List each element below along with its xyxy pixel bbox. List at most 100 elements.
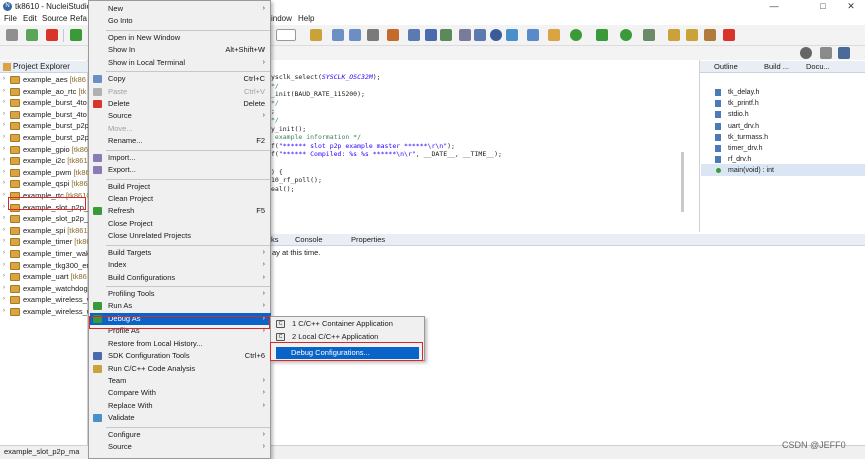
project-item[interactable]: › example_burst_p2p (0, 132, 88, 143)
search-folder-icon[interactable] (668, 29, 680, 41)
project-item[interactable]: › example_aes [tk86 (0, 74, 88, 85)
project-item[interactable]: › example_burst_4to (0, 97, 88, 108)
chevron-right-icon[interactable]: › (3, 260, 5, 271)
chevron-right-icon[interactable]: › (3, 294, 5, 305)
project-item[interactable]: › example_wireless_w (0, 306, 88, 317)
open-file-icon[interactable] (548, 29, 560, 41)
tab-outline[interactable]: Outline (714, 62, 738, 71)
hammer-icon[interactable] (6, 29, 18, 41)
chevron-right-icon[interactable]: › (3, 120, 5, 131)
menu-item-close-unrelated-projects[interactable]: Close Unrelated Projects (90, 230, 271, 242)
config-dropdown[interactable] (276, 29, 296, 41)
terminal-icon[interactable] (440, 29, 452, 41)
menu-item-export[interactable]: Export... (90, 164, 271, 176)
pin-icon[interactable] (723, 29, 735, 41)
open-type-icon[interactable] (686, 29, 698, 41)
close-button[interactable]: ✕ (838, 0, 864, 13)
menu-item-index[interactable]: Index › (90, 259, 271, 271)
chevron-right-icon[interactable]: › (3, 155, 5, 166)
minimize-button[interactable]: — (761, 0, 787, 13)
run-icon[interactable] (620, 29, 632, 41)
project-explorer-tab[interactable]: Project Explorer (0, 61, 88, 73)
project-item[interactable]: › example_burst_4to (0, 109, 88, 120)
menu-item-build-targets[interactable]: Build Targets › (90, 247, 271, 259)
cut-icon[interactable] (408, 29, 420, 41)
menu-item-import[interactable]: Import... (90, 152, 271, 164)
run-config-icon[interactable] (70, 29, 82, 41)
coverage-icon[interactable] (570, 29, 582, 41)
project-item[interactable]: › example_spi [tk861 (0, 225, 88, 236)
project-item[interactable]: › example_qspi [tk86 (0, 178, 88, 189)
chevron-right-icon[interactable]: › (3, 271, 5, 282)
chevron-right-icon[interactable]: › (3, 283, 5, 294)
menu-item-restore-from-local-history[interactable]: Restore from Local History... (90, 338, 271, 350)
chevron-right-icon[interactable]: › (3, 236, 5, 247)
debug-as-option[interactable]: C 1 C/C++ Container Application (272, 318, 425, 330)
project-item[interactable]: › example_tkg300_er (0, 260, 88, 271)
menu-item-compare-with[interactable]: Compare With › (90, 387, 271, 399)
menu-window[interactable]: indow (271, 14, 292, 23)
menu-help[interactable]: Help (298, 14, 314, 23)
project-item[interactable]: › example_i2c [tk861 (0, 155, 88, 166)
gear-icon[interactable] (490, 29, 502, 41)
save-all-icon[interactable] (349, 29, 361, 41)
menu-item-sdk-configuration-tools[interactable]: SDK Configuration Tools Ctrl+6 (90, 350, 271, 362)
project-item[interactable]: › example_uart [tk86 (0, 271, 88, 282)
menu-item-source[interactable]: Source › (90, 441, 271, 453)
menu-item-profiling-tools[interactable]: Profiling Tools › (90, 288, 271, 300)
menu-item-run-c-c-code-analysis[interactable]: Run C/C++ Code Analysis (90, 363, 271, 375)
tab-tasks[interactable]: ks (271, 235, 279, 244)
menu-item-replace-with[interactable]: Replace With › (90, 400, 271, 412)
project-item[interactable]: › example_wireless_v (0, 294, 88, 305)
resume-icon[interactable] (474, 29, 486, 41)
maximize-button[interactable]: □ (810, 0, 836, 13)
monitor-icon[interactable] (425, 29, 437, 41)
chevron-right-icon[interactable]: › (3, 178, 5, 189)
menu-item-clean-project[interactable]: Clean Project (90, 193, 271, 205)
menu-item-new[interactable]: New › (90, 3, 271, 15)
external-tools-icon[interactable] (643, 29, 655, 41)
chevron-right-icon[interactable]: › (3, 86, 5, 97)
menu-item-team[interactable]: Team › (90, 375, 271, 387)
chevron-right-icon[interactable]: › (3, 202, 5, 213)
chevron-right-icon[interactable]: › (3, 132, 5, 143)
new-class-icon[interactable] (506, 29, 518, 41)
menu-item-refresh[interactable]: Refresh F5 (90, 205, 271, 217)
step-icon[interactable] (459, 29, 471, 41)
menu-item-build-configurations[interactable]: Build Configurations › (90, 272, 271, 284)
menu-source[interactable]: Source (42, 14, 67, 23)
menu-item-show-in[interactable]: Show In Alt+Shift+W › (90, 44, 271, 56)
chevron-right-icon[interactable]: › (3, 306, 5, 317)
project-item[interactable]: › example_ao_rtc [tk (0, 86, 88, 97)
new-folder-icon[interactable] (527, 29, 539, 41)
build-icon[interactable] (26, 29, 38, 41)
menu-item-copy[interactable]: Copy Ctrl+C (90, 73, 271, 85)
menu-item-run-as[interactable]: Run As › (90, 300, 271, 312)
menu-edit[interactable]: Edit (23, 14, 37, 23)
chevron-right-icon[interactable]: › (3, 144, 5, 155)
menu-item-delete[interactable]: Delete Delete (90, 98, 271, 110)
save-icon[interactable] (332, 29, 344, 41)
tab-properties[interactable]: Properties (351, 235, 385, 244)
project-item[interactable]: › example_pwm [tk86 (0, 167, 88, 178)
tab-build[interactable]: Build ... (764, 62, 789, 71)
debug-tool-icon[interactable] (387, 29, 399, 41)
perspective-icon[interactable] (838, 47, 850, 59)
stop-icon[interactable] (46, 29, 58, 41)
project-item[interactable]: › example_timer_wak (0, 248, 88, 259)
menu-item-go-into[interactable]: Go Into (90, 15, 271, 27)
settings-icon[interactable] (367, 29, 379, 41)
chevron-right-icon[interactable]: › (3, 109, 5, 120)
project-item[interactable]: › example_slot_p2p_ (0, 213, 88, 224)
menu-file[interactable]: File (4, 14, 17, 23)
menu-item-configure[interactable]: Configure › (90, 429, 271, 441)
menu-item-close-project[interactable]: Close Project (90, 218, 271, 230)
chevron-right-icon[interactable]: › (3, 97, 5, 108)
task-icon[interactable] (704, 29, 716, 41)
menu-item-rename[interactable]: Rename... F2 (90, 135, 271, 147)
search-icon[interactable] (800, 47, 812, 59)
chevron-right-icon[interactable]: › (3, 74, 5, 85)
project-item[interactable]: › example_timer [tk86 (0, 236, 88, 247)
tab-documents[interactable]: Docu... (806, 62, 830, 71)
tab-console[interactable]: Console (295, 235, 323, 244)
